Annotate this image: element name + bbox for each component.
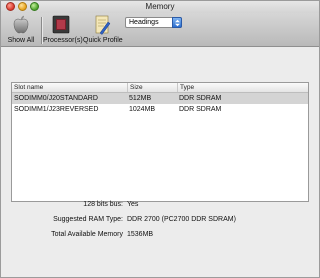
- processor-chip-icon: [50, 14, 72, 35]
- bus-label: 128 bits bus:: [83, 201, 123, 208]
- show-all-label: Show All: [7, 37, 35, 44]
- ram-type-label: Suggested RAM Type:: [53, 216, 123, 223]
- total-memory-value: 1536MB: [127, 231, 154, 238]
- chevron-updown-icon: [172, 17, 182, 28]
- quick-profile-button[interactable]: Quick Profile: [83, 14, 123, 45]
- bus-row-label: 128 bits bus:: [1, 200, 123, 210]
- cell-type: DDR SDRAM: [179, 106, 222, 113]
- column-header-slot[interactable]: Slot name: [12, 83, 127, 92]
- ram-type-value: DDR 2700 (PC2700 DDR SDRAM): [127, 216, 236, 223]
- table-row[interactable]: SODIMM0/J20STANDARD 512MB DDR SDRAM: [12, 93, 308, 104]
- zoom-button[interactable]: [30, 2, 39, 11]
- minimize-button[interactable]: [18, 2, 27, 11]
- apple-logo-icon: [10, 14, 32, 35]
- table-row[interactable]: SODIMM1/J23REVERSED 1024MB DDR SDRAM: [12, 104, 308, 115]
- processors-label: Processor(s): [43, 37, 83, 44]
- total-row-label: Total Available Memory: [1, 230, 123, 240]
- toolbar-separator: [41, 17, 42, 44]
- bus-value: Yes: [127, 201, 139, 208]
- table-header: Slot name Size Type: [12, 83, 308, 93]
- document-pen-icon: [91, 14, 113, 35]
- toolbar: Show All Processor(s) Quick Profile Head…: [1, 13, 319, 47]
- ram-type-row-label: Suggested RAM Type:: [1, 215, 123, 225]
- view-select-value: Headings: [129, 19, 159, 26]
- quick-profile-label: Quick Profile: [83, 37, 123, 44]
- show-all-button[interactable]: Show All: [4, 14, 38, 45]
- cell-type: DDR SDRAM: [179, 95, 222, 102]
- cell-size: 1024MB: [129, 106, 156, 113]
- total-memory-label: Total Available Memory: [51, 231, 123, 238]
- title-bar: Memory: [1, 1, 319, 13]
- window-title: Memory: [145, 2, 175, 11]
- view-select[interactable]: Headings: [125, 17, 182, 28]
- cell-slot: SODIMM0/J20STANDARD: [14, 95, 98, 102]
- close-button[interactable]: [6, 2, 15, 11]
- cell-slot: SODIMM1/J23REVERSED: [14, 106, 99, 113]
- memory-slots-table[interactable]: Slot name Size Type SODIMM0/J20STANDARD …: [11, 82, 309, 202]
- content-area: Slot name Size Type SODIMM0/J20STANDARD …: [1, 47, 319, 277]
- column-header-size[interactable]: Size: [127, 83, 177, 92]
- memory-window: Memory Show All Processor(s) Quick Profi…: [0, 0, 320, 278]
- column-header-type[interactable]: Type: [177, 83, 308, 92]
- processors-button[interactable]: Processor(s): [43, 14, 83, 45]
- cell-size: 512MB: [129, 95, 152, 102]
